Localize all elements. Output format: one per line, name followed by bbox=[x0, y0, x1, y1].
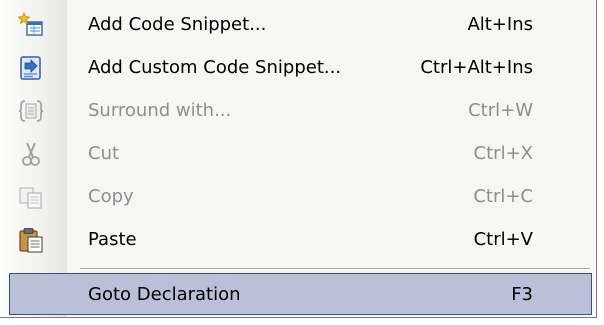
menu-item-label: Paste bbox=[88, 229, 137, 250]
clipboard-icon bbox=[18, 227, 44, 253]
menu-item-shortcut: F3 bbox=[511, 284, 533, 305]
menu-separator bbox=[80, 268, 590, 270]
menu-item-shortcut: Ctrl+Alt+Ins bbox=[420, 57, 533, 78]
menu-item-cut[interactable]: Cut Ctrl+X bbox=[0, 133, 596, 175]
menu-item-copy[interactable]: Copy Ctrl+C bbox=[0, 176, 596, 218]
screen: Add Code Snippet... Alt+Ins Add Custom C… bbox=[0, 0, 604, 325]
menu-item-label: Add Custom Code Snippet... bbox=[88, 57, 342, 78]
surround-braces-icon bbox=[18, 98, 44, 124]
menu-item-add-custom-code-snippet[interactable]: Add Custom Code Snippet... Ctrl+Alt+Ins bbox=[0, 47, 596, 89]
copy-icon bbox=[18, 184, 44, 210]
menu-item-shortcut: Ctrl+W bbox=[468, 100, 533, 121]
scissors-icon bbox=[18, 141, 44, 167]
menu-item-label: Cut bbox=[88, 143, 120, 164]
menu-item-surround-with[interactable]: Surround with... Ctrl+W bbox=[0, 90, 596, 132]
menu-item-label: Copy bbox=[88, 186, 134, 207]
menu-item-add-code-snippet[interactable]: Add Code Snippet... Alt+Ins bbox=[0, 4, 596, 46]
menu-item-label: Add Code Snippet... bbox=[88, 14, 267, 35]
custom-snippet-icon bbox=[18, 55, 44, 81]
context-menu: Add Code Snippet... Alt+Ins Add Custom C… bbox=[0, 0, 597, 318]
menu-item-goto-declaration[interactable]: Goto Declaration F3 bbox=[9, 273, 592, 315]
menu-item-shortcut: Ctrl+V bbox=[473, 229, 533, 250]
menu-item-shortcut: Ctrl+C bbox=[473, 186, 533, 207]
add-snippet-icon bbox=[17, 12, 44, 38]
menu-item-shortcut: Ctrl+X bbox=[473, 143, 533, 164]
menu-item-paste[interactable]: Paste Ctrl+V bbox=[0, 219, 596, 261]
menu-item-shortcut: Alt+Ins bbox=[467, 14, 533, 35]
menu-item-label: Goto Declaration bbox=[88, 284, 241, 305]
menu-item-label: Surround with... bbox=[88, 100, 232, 121]
